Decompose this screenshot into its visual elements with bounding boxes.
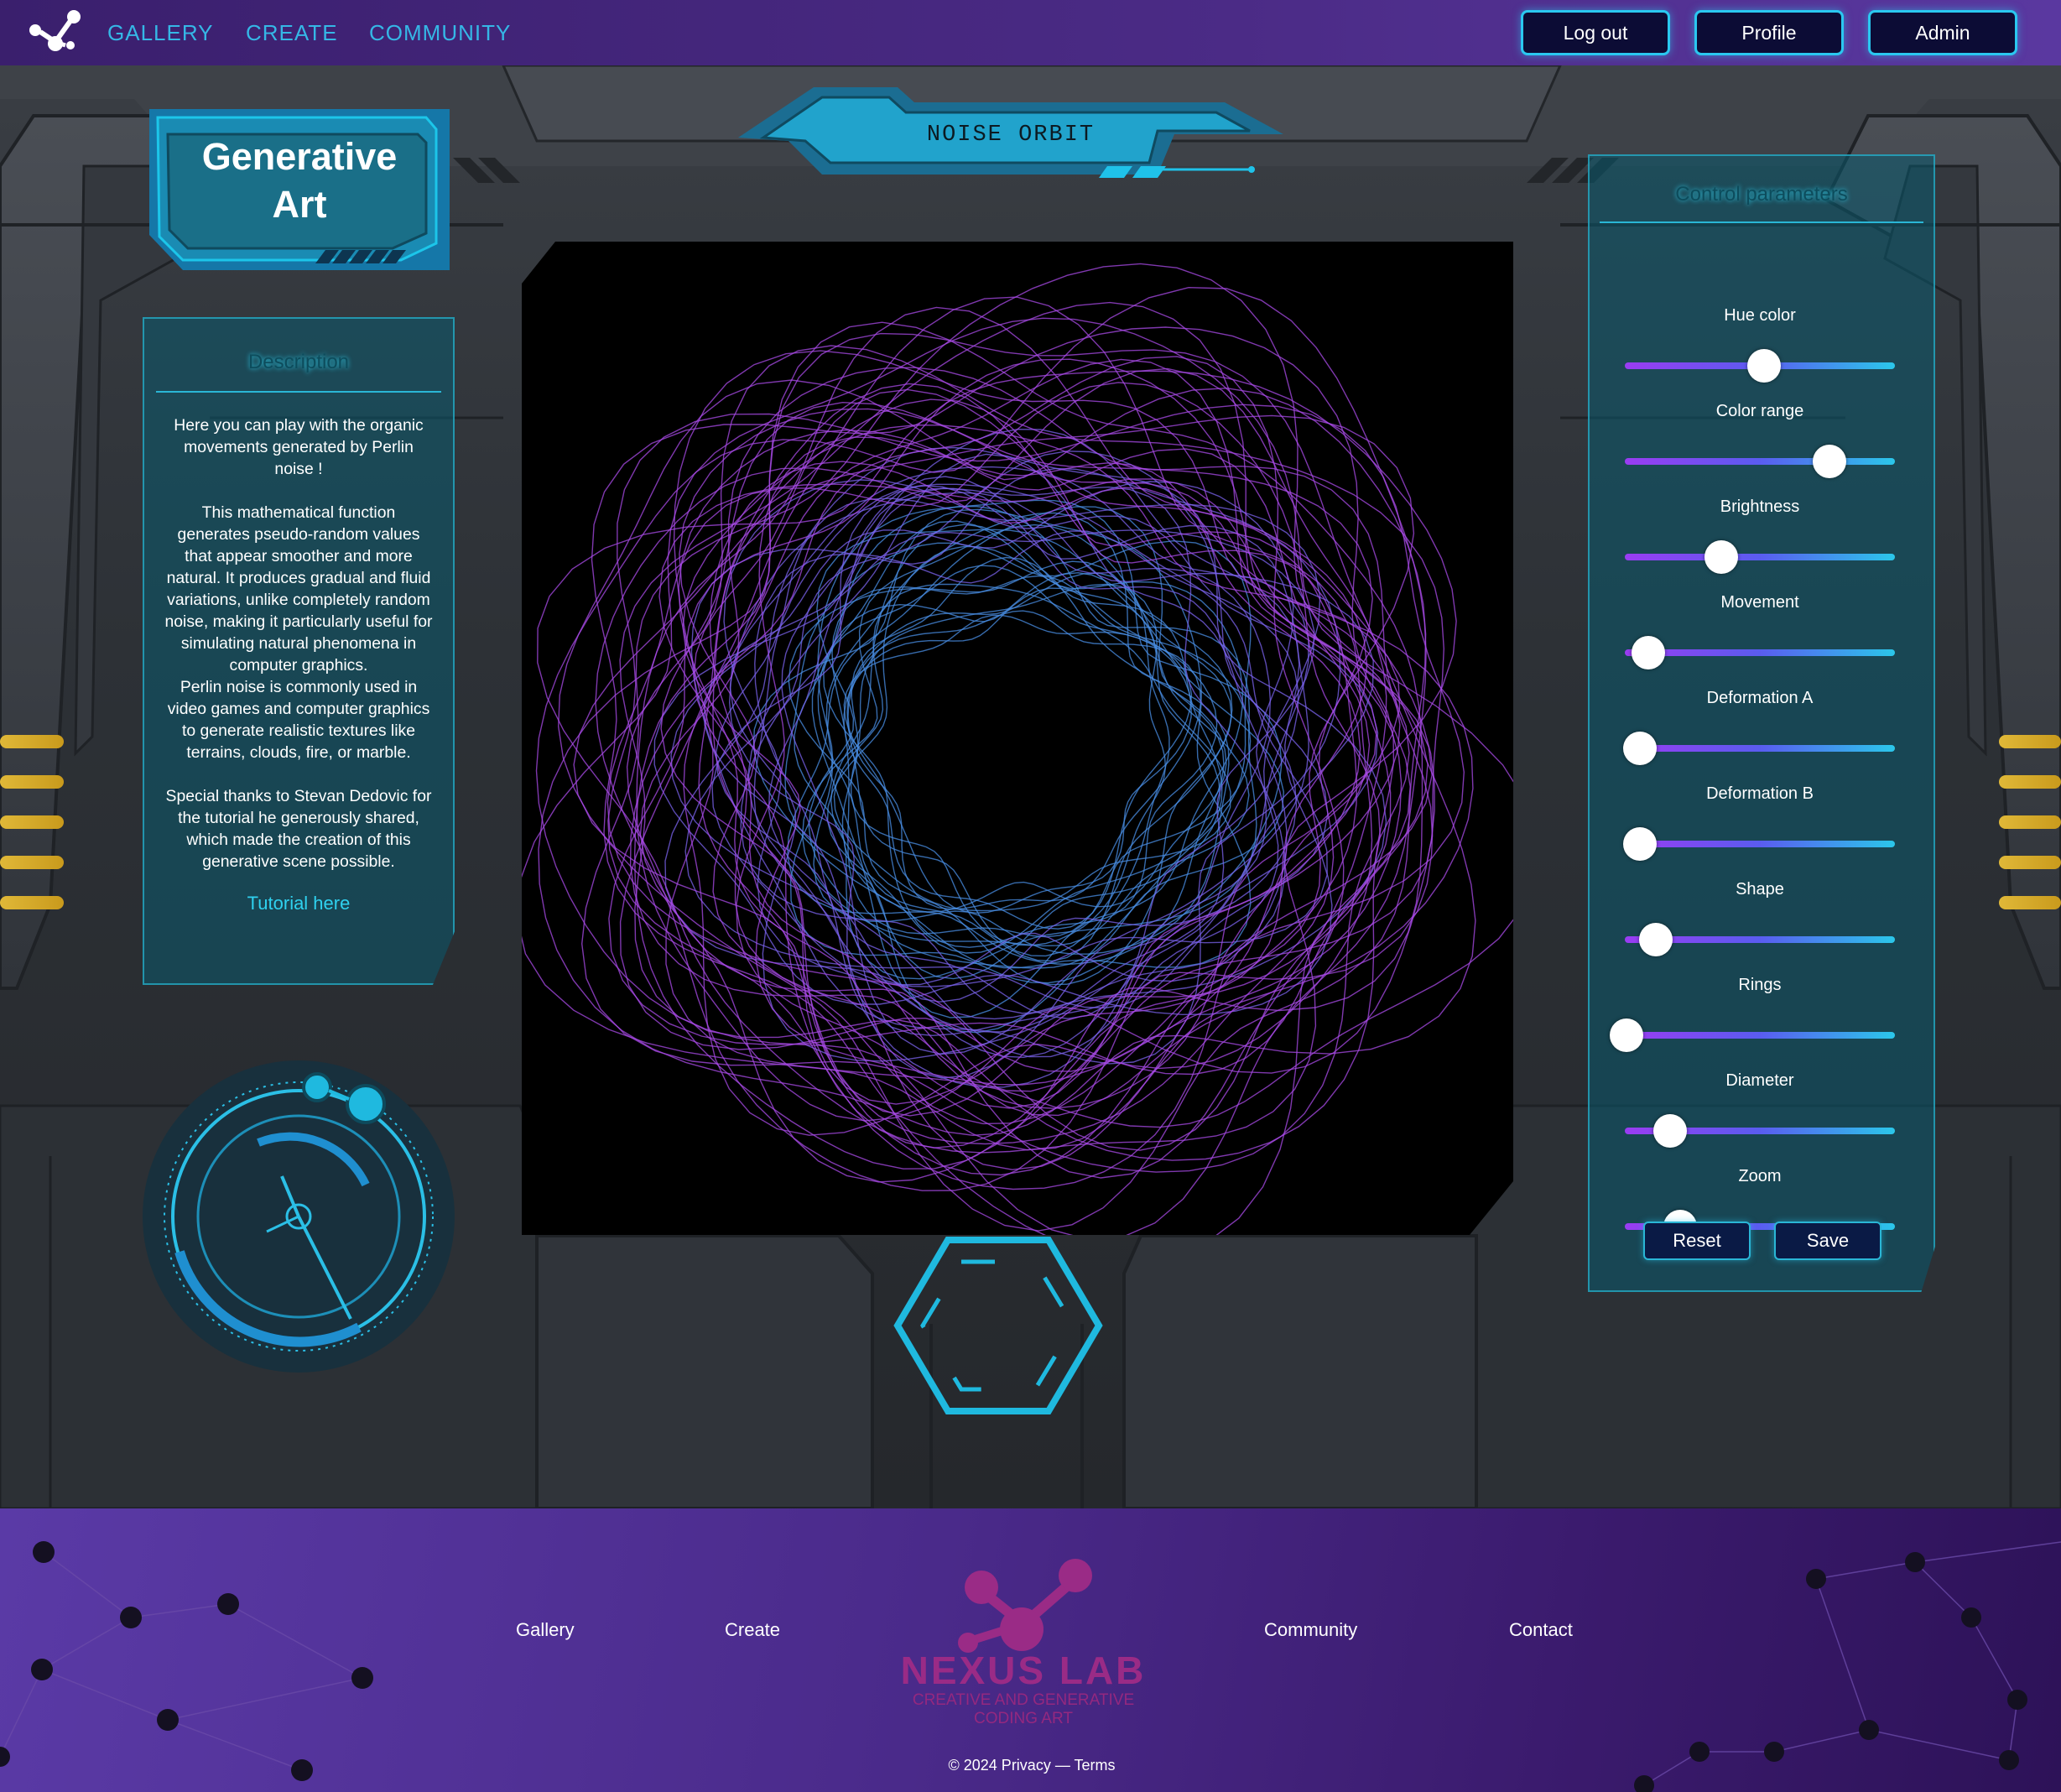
- logout-button[interactable]: Log out: [1521, 10, 1670, 55]
- slider-color-range[interactable]: Color range: [1625, 402, 1895, 482]
- warning-stripe: [0, 775, 64, 789]
- slider-label: Zoom: [1738, 1167, 1782, 1185]
- warning-stripe: [1999, 856, 2061, 869]
- slider-track[interactable]: [1625, 649, 1895, 656]
- page-title: Generative Art: [149, 133, 450, 228]
- nav-link-gallery[interactable]: GALLERY: [107, 20, 213, 46]
- slider-thumb[interactable]: [1652, 1114, 1687, 1148]
- slider-thumb[interactable]: [1610, 1018, 1643, 1052]
- nav-link-community[interactable]: COMMUNITY: [369, 20, 511, 46]
- warning-stripe: [1999, 815, 2061, 829]
- tutorial-link[interactable]: Tutorial here: [144, 893, 453, 914]
- artwork-title: NOISE ORBIT: [926, 122, 1096, 148]
- slider-rings[interactable]: Rings: [1610, 976, 1895, 1056]
- slider-label: Deformation B: [1706, 784, 1814, 803]
- slider-shape[interactable]: Shape: [1625, 880, 1895, 961]
- slider-hue-color[interactable]: Hue color: [1625, 306, 1895, 387]
- slider-label: Rings: [1738, 976, 1782, 994]
- warning-stripe: [1999, 735, 2061, 748]
- hexagon-ornament: [893, 1237, 1103, 1414]
- title-line-1: Generative: [201, 135, 398, 178]
- slider-label: Color range: [1715, 402, 1804, 420]
- warning-stripe: [0, 815, 64, 829]
- slider-track[interactable]: [1625, 458, 1895, 465]
- slider-track[interactable]: [1625, 554, 1895, 560]
- slider-movement[interactable]: Movement: [1625, 593, 1895, 674]
- slider-deformation-b[interactable]: Deformation B: [1623, 784, 1895, 865]
- generative-art-canvas[interactable]: [522, 242, 1513, 1235]
- slider-thumb[interactable]: [1623, 732, 1658, 765]
- slider-label: Deformation A: [1706, 689, 1814, 707]
- footer-link-contact[interactable]: Contact: [1509, 1619, 1573, 1641]
- slider-thumb[interactable]: [1812, 445, 1846, 478]
- slider-label: Brightness: [1720, 497, 1800, 516]
- control-heading: Control parameters: [1600, 156, 1923, 223]
- description-heading: Description: [156, 319, 441, 393]
- slider-track[interactable]: [1625, 745, 1895, 752]
- slider-thumb[interactable]: [1747, 349, 1782, 383]
- warning-stripe: [1999, 775, 2061, 789]
- slider-deformation-a[interactable]: Deformation A: [1623, 689, 1895, 769]
- nav-link-create[interactable]: CREATE: [246, 20, 338, 46]
- slider-label: Hue color: [1724, 306, 1796, 325]
- brand-tagline: CREATIVE AND GENERATIVE CODING ART: [839, 1691, 1208, 1728]
- title-line-2: Art: [272, 183, 327, 226]
- control-parameters-panel: Control parameters Hue color Color range B…: [1588, 154, 1935, 1292]
- slider-label: Movement: [1720, 593, 1799, 612]
- description-body: Here you can play with the organic movem…: [164, 416, 433, 871]
- footer: NEXUS LAB CREATIVE AND GENERATIVE CODING…: [0, 1508, 2061, 1792]
- warning-stripe: [0, 896, 64, 909]
- top-navbar: GALLERY CREATE COMMUNITY Log out Profile…: [0, 0, 2061, 65]
- reset-button[interactable]: Reset: [1643, 1222, 1751, 1260]
- profile-button[interactable]: Profile: [1694, 10, 1844, 55]
- slider-brightness[interactable]: Brightness: [1625, 497, 1895, 578]
- slider-thumb[interactable]: [1704, 540, 1738, 574]
- radar-dial-icon: [143, 1060, 455, 1373]
- slider-thumb[interactable]: [1631, 636, 1665, 669]
- warning-stripe: [1999, 896, 2061, 909]
- brand-tagline-line-2: CODING ART: [974, 1710, 1073, 1727]
- footer-link-create[interactable]: Create: [725, 1619, 780, 1641]
- slider-diameter[interactable]: Diameter: [1625, 1071, 1895, 1152]
- slider-track[interactable]: [1625, 841, 1895, 847]
- copyright: © 2024 Privacy — Terms: [948, 1757, 1116, 1774]
- brand-name: NEXUS LAB: [900, 1649, 1147, 1692]
- footer-link-community[interactable]: Community: [1264, 1619, 1357, 1641]
- molecule-logo-icon[interactable]: [23, 7, 84, 59]
- slider-thumb[interactable]: [1623, 827, 1658, 861]
- warning-stripe: [0, 735, 64, 748]
- slider-label: Diameter: [1725, 1071, 1794, 1090]
- slider-label: Shape: [1736, 880, 1784, 899]
- admin-button[interactable]: Admin: [1868, 10, 2017, 55]
- slider-track[interactable]: [1625, 1032, 1895, 1039]
- slider-thumb[interactable]: [1639, 923, 1673, 956]
- warning-stripe: [0, 856, 64, 869]
- brand-tagline-line-1: CREATIVE AND GENERATIVE: [912, 1691, 1135, 1709]
- save-button[interactable]: Save: [1774, 1222, 1881, 1260]
- description-panel: Description Here you can play with the o…: [143, 317, 455, 985]
- footer-link-gallery[interactable]: Gallery: [516, 1619, 575, 1641]
